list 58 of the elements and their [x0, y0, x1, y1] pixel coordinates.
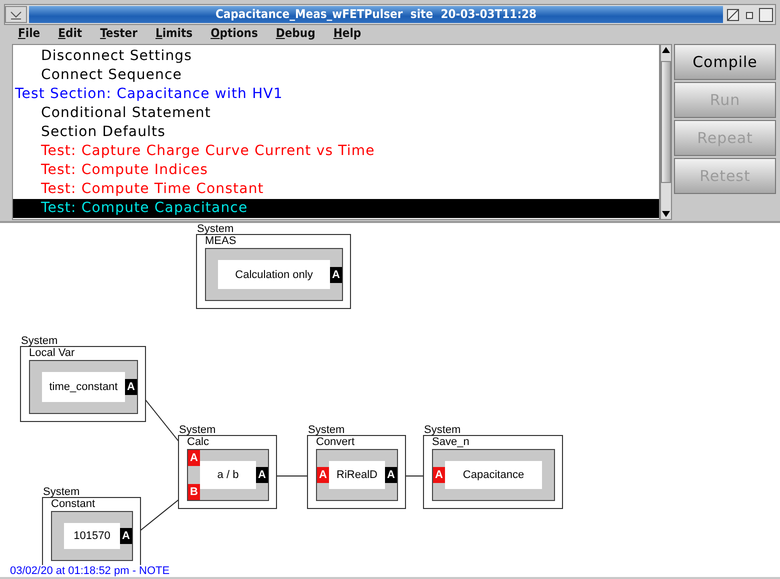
menu-item[interactable]: Tester [100, 26, 138, 40]
node-frame[interactable]: Calc A B a / b A [178, 435, 277, 509]
sequence-item[interactable]: Section Defaults [13, 123, 659, 142]
sequence-item[interactable]: Test: Compute Indices [13, 161, 659, 180]
port-marker[interactable]: A [188, 450, 200, 466]
sequence-item[interactable]: Conditional Statement [13, 104, 659, 123]
node-title: Save_n [432, 436, 470, 449]
menu-item[interactable]: Help [333, 26, 362, 40]
node-title: MEAS [205, 235, 238, 248]
port-marker[interactable]: A [256, 467, 268, 483]
port-marker[interactable]: A [385, 467, 397, 483]
window-menu-icon[interactable] [5, 6, 27, 23]
scroll-down-icon[interactable] [661, 209, 671, 219]
node-title: Local Var [29, 347, 76, 360]
system-label: System [308, 425, 345, 435]
port-marker[interactable]: B [188, 484, 200, 500]
window-title: Capacitance_Meas_wFETPulser site 20-03-03T11:28 [29, 6, 723, 23]
system-label: System [21, 336, 58, 346]
sequence-item[interactable]: Test: Compute Capacitance [13, 199, 659, 218]
node-label: 101570 [64, 523, 120, 549]
scrollbar[interactable] [660, 44, 672, 220]
node-frame[interactable]: Save_n A Capacitance [423, 435, 563, 509]
port-marker[interactable]: A [120, 528, 132, 544]
system-label: System [197, 224, 234, 234]
menu-item[interactable]: Debug [276, 26, 316, 40]
scroll-thumb[interactable] [661, 61, 671, 183]
status-message: 03/02/20 at 01:18:52 pm - NOTE [10, 565, 170, 577]
port-marker[interactable]: A [125, 379, 137, 395]
node-title: Calc [187, 436, 210, 449]
menu-item[interactable]: Options [210, 26, 258, 40]
port-marker[interactable]: A [433, 467, 445, 483]
node-frame[interactable]: MEAS Calculation only A [196, 234, 351, 309]
menu-item[interactable]: Edit [58, 26, 82, 40]
port-marker[interactable]: A [330, 266, 342, 282]
node-label: a / b [200, 461, 256, 489]
sequence-item[interactable]: Test: Compute Time Constant [13, 180, 659, 199]
sequence-item[interactable]: Connect Sequence [13, 66, 659, 85]
minimize-icon[interactable] [725, 6, 741, 22]
system-label: System [43, 487, 80, 497]
node-title: Constant [51, 498, 96, 511]
node-label: Capacitance [445, 461, 542, 489]
node-label: time_constant [42, 372, 125, 402]
scroll-up-icon[interactable] [661, 45, 671, 55]
menu-item[interactable]: Limits [155, 26, 193, 40]
system-label: System [179, 425, 216, 435]
system-label: System [424, 425, 461, 435]
sequence-item[interactable]: Disconnect Settings [13, 47, 659, 66]
node-label: Calculation only [218, 260, 330, 289]
node-label: RiRealD [329, 461, 385, 489]
port-marker[interactable]: A [317, 467, 329, 483]
maximize-icon[interactable] [757, 6, 775, 22]
node-title: Convert [316, 436, 356, 449]
sequence-item[interactable]: Test: Capture Charge Curve Current vs Time [13, 142, 659, 161]
node-frame[interactable]: Local Var time_constant A [20, 346, 146, 422]
node-frame[interactable]: Convert A RiRealD A [307, 435, 406, 509]
toolbar-button[interactable]: Compile [674, 44, 776, 80]
menu-item[interactable]: File [18, 26, 40, 40]
sequence-item[interactable]: Test Section: Capacitance with HV1 [13, 85, 659, 104]
